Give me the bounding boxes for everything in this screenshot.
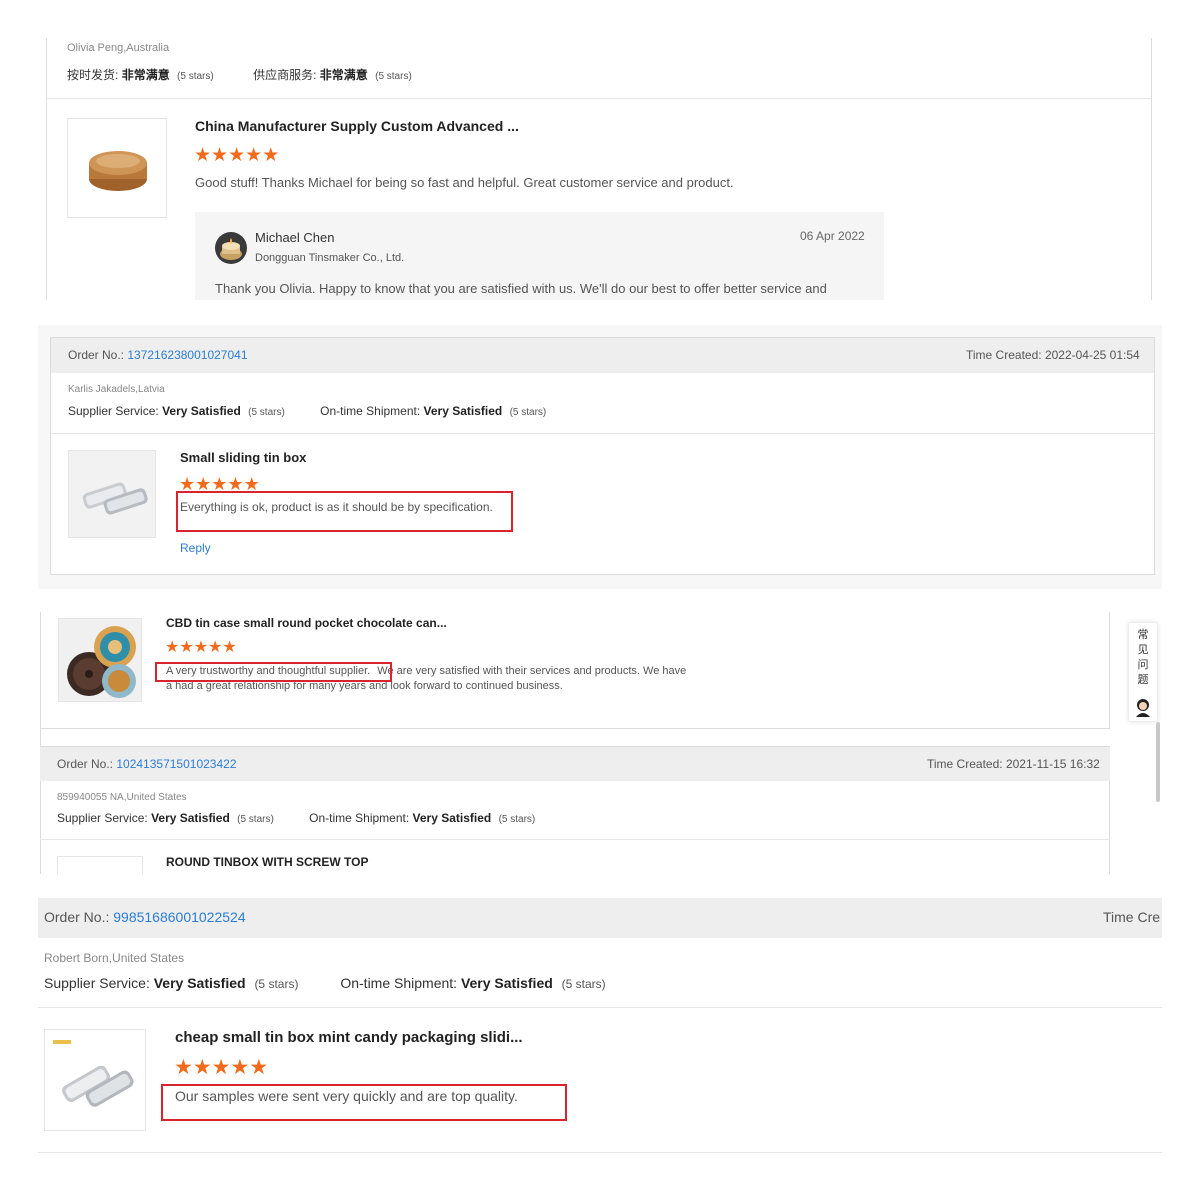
divider [46, 98, 1151, 99]
star-icon: ★ [179, 639, 194, 656]
next-product-title[interactable]: ROUND TINBOX WITH SCREW TOP [166, 855, 368, 869]
product-thumbnail[interactable] [58, 618, 142, 702]
customer-service-icon [1136, 699, 1150, 717]
review-panel-1: Olivia Peng,Australia 按时发货: 非常满意 (5 star… [38, 38, 1162, 300]
star-icon: ★ [222, 639, 237, 656]
star-icon: ★ [208, 639, 223, 656]
reply-company: Dongguan Tinsmaker Co., Ltd. [255, 252, 405, 264]
divider [40, 839, 1110, 840]
product-title[interactable]: Small sliding tin box [180, 450, 306, 465]
order-number-link[interactable]: 102413571501023422 [116, 757, 236, 771]
time-created: Time Cre [1103, 909, 1161, 925]
divider [38, 1152, 1162, 1153]
product-thumbnail[interactable] [44, 1029, 146, 1131]
order-number-link[interactable]: 137216238001027041 [127, 348, 247, 362]
product-thumbnail[interactable] [57, 856, 143, 874]
supplier-avatar [215, 232, 247, 264]
highlight-box [176, 491, 513, 532]
star-icon: ★ [249, 1056, 269, 1079]
review-panel-4: Order No.: 998516860010225‌24 Time Cre R… [38, 898, 1162, 1160]
order-number: Order No.: 137216238001027041 [68, 348, 248, 362]
buyer-name: Robert Born,United States [44, 951, 185, 965]
product-title[interactable]: cheap small tin box mint candy packaging… [175, 1029, 523, 1046]
star-icon: ★ [192, 1056, 212, 1079]
order-card: Order No.: 137216238001027041 Time Creat… [50, 337, 1155, 575]
star-icon: ★ [174, 1056, 193, 1079]
product-thumbnail[interactable] [68, 450, 156, 538]
supplier-reply: Michael Chen Dongguan Tinsmaker Co., Ltd… [195, 212, 884, 300]
panel-border-right [1109, 612, 1110, 728]
rating-row: Supplier Service: Very Satisfied (5 star… [68, 404, 547, 418]
sliding-tin-image [82, 482, 148, 515]
panel-border-left [46, 38, 47, 300]
review-panel-2: Order No.: 137216238001027041 Time Creat… [38, 325, 1162, 589]
rating-row: Supplier Service: Very Satisfied (5 star… [44, 975, 606, 991]
star-icon: ★ [262, 145, 280, 166]
star-icon: ★ [228, 145, 246, 166]
rating-stars: ★ ★ ★ ★ ★ [165, 640, 237, 656]
reply-text: Thank you Olivia. Happy to know that you… [215, 281, 827, 296]
reply-date: 06 Apr 2022 [800, 229, 865, 243]
star-icon: ★ [165, 639, 180, 656]
buyer-name: Karlis Jakadels,Latvia [68, 384, 165, 395]
card-bottom-border [40, 728, 1110, 729]
product-thumbnail[interactable] [67, 118, 167, 218]
candle-avatar-icon [220, 238, 242, 260]
star-icon: ★ [230, 1056, 250, 1079]
rating-row: Supplier Service: Very Satisfied (5 star… [57, 811, 536, 825]
review-panel-3: CBD tin case small round pocket chocolat… [38, 612, 1162, 874]
star-icon: ★ [211, 145, 229, 166]
highlight-box [155, 662, 392, 682]
rating-row: 按时发货: 非常满意 (5 stars) 供应商服务: 非常满意 (5 star… [67, 68, 412, 82]
star-icon: ★ [245, 145, 263, 166]
star-icon: ★ [194, 145, 212, 166]
order-number-link[interactable]: 998516860010225‌24 [113, 909, 245, 925]
highlight-box [161, 1084, 567, 1121]
panel-border-right [1151, 38, 1152, 300]
divider [38, 1007, 1162, 1008]
order-number: Order No.: 998516860010225‌24 [44, 909, 246, 925]
round-tins-image [67, 626, 136, 698]
time-created: Time Created: 2022-04-25 01:54 [966, 348, 1140, 362]
scrollbar[interactable] [1156, 722, 1160, 802]
star-icon: ★ [193, 639, 209, 656]
divider [51, 433, 1154, 434]
reply-link[interactable]: Reply [180, 541, 211, 555]
product-title[interactable]: China Manufacturer Supply Custom Advance… [195, 118, 519, 134]
buyer-name: Olivia Peng,Australia [67, 42, 170, 54]
review-comment: Good stuff! Thanks Michael for being so … [195, 175, 734, 190]
buyer-name: 859940055 NA,United States [57, 792, 187, 803]
reply-author: Michael Chen [255, 230, 335, 245]
tin-can-image [89, 151, 147, 191]
rating-stars: ★ ★ ★ ★ ★ [174, 1057, 268, 1078]
faq-label: 常 见 问 题 [1137, 629, 1149, 686]
faq-side-widget[interactable]: 常 见 问 题 [1128, 622, 1158, 722]
sliding-tin-image [53, 1040, 134, 1107]
rating-stars: ★ ★ ★ ★ ★ [194, 146, 279, 165]
order-number: Order No.: 102413571501023422 [57, 757, 237, 771]
time-created: Time Created: 2021-11-15 16:32 [927, 757, 1100, 771]
star-icon: ★ [211, 1056, 231, 1079]
product-title[interactable]: CBD tin case small round pocket chocolat… [166, 616, 447, 630]
